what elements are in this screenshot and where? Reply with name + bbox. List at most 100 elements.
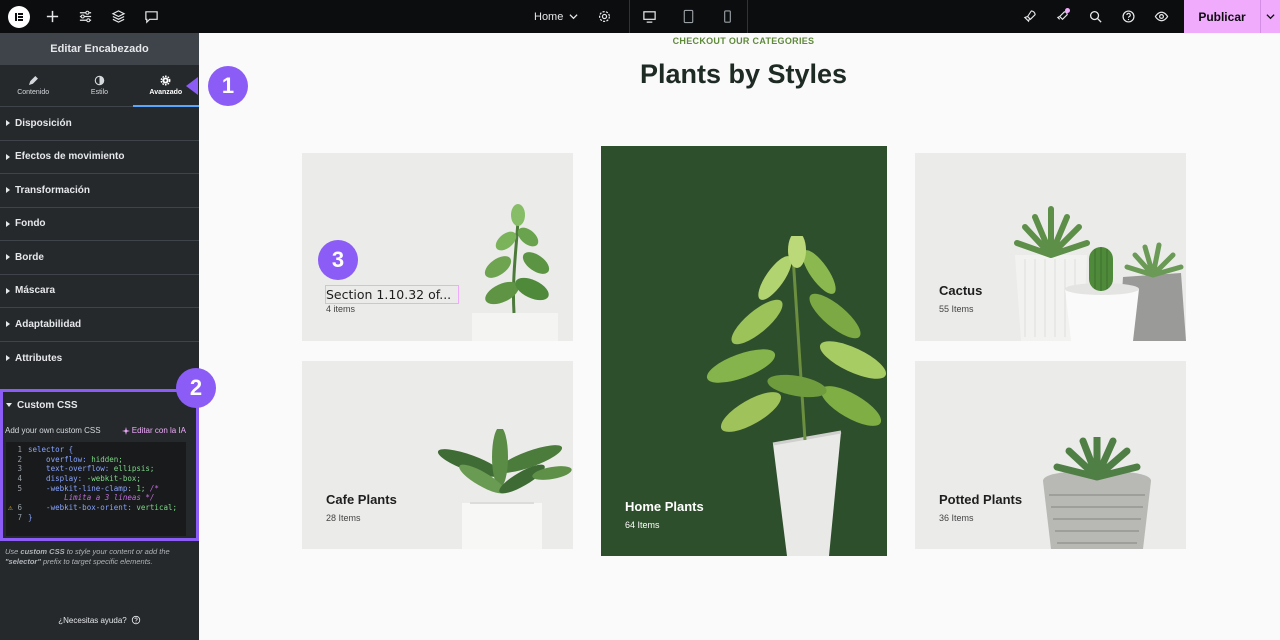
code-line: 3 text-overflow: ellipsis; xyxy=(6,464,186,474)
section-mascara[interactable]: Máscara xyxy=(0,275,199,308)
category-title: Potted Plants xyxy=(939,492,1023,507)
caret-right-icon xyxy=(6,321,10,328)
rocket-icon[interactable] xyxy=(1013,0,1046,33)
category-count: 36 Items xyxy=(939,513,974,523)
category-count: 4 items xyxy=(326,304,356,314)
section-adaptabilidad[interactable]: Adaptabilidad xyxy=(0,308,199,342)
code-line: Limita a 3 líneas */ xyxy=(6,493,186,503)
tab-label: Avanzado xyxy=(149,89,183,96)
warning-triangle-icon: ⚠ xyxy=(8,503,13,513)
help-text-bold-selector: "selector" xyxy=(5,557,41,566)
section-attributes[interactable]: Attributes xyxy=(0,342,199,376)
line-number xyxy=(6,493,28,503)
section-label: Disposición xyxy=(15,117,72,129)
custom-css-header[interactable]: Custom CSS xyxy=(3,392,196,418)
succulent-plant-image xyxy=(472,204,558,341)
category-card-cafe-plants[interactable]: Cafe Plants 28 Items xyxy=(302,361,573,549)
caret-right-icon xyxy=(6,220,10,227)
css-value: -webkit-box; xyxy=(86,474,141,484)
section-label: Fondo xyxy=(15,218,46,230)
category-count: 55 Items xyxy=(939,304,974,314)
top-bar-right: Publicar xyxy=(1013,0,1280,33)
code-line: ⚠ 6 -webkit-box-orient: vertical; xyxy=(6,503,186,513)
caret-down-icon xyxy=(6,403,12,407)
edit-with-ai-link[interactable]: Editar con la IA xyxy=(121,426,186,435)
preview-eye-icon[interactable] xyxy=(1145,0,1178,33)
help-text-prefix: Use xyxy=(5,547,21,556)
pencil-icon xyxy=(28,76,38,86)
css-comment: /* xyxy=(145,483,159,493)
code-text: selector { xyxy=(28,445,74,454)
tab-label: Estilo xyxy=(90,89,109,96)
help-question-icon[interactable] xyxy=(1112,0,1145,33)
css-comment: Limita a 3 líneas */ xyxy=(28,493,155,503)
category-title: Home Plants xyxy=(625,499,704,514)
gear-icon xyxy=(160,75,171,86)
code-line: 5 -webkit-line-clamp: 1; /* xyxy=(6,484,186,494)
section-transformacion[interactable]: Transformación xyxy=(0,174,199,208)
tab-contenido[interactable]: Contenido xyxy=(0,65,66,106)
line-number: 3 xyxy=(17,464,22,474)
tab-label: Contenido xyxy=(17,89,50,96)
section-efectos-movimiento[interactable]: Efectos de movimiento xyxy=(0,141,199,174)
notes-comment-icon[interactable] xyxy=(135,0,168,33)
line-number: 5 xyxy=(17,483,22,493)
css-property: display: xyxy=(28,474,87,484)
caret-right-icon xyxy=(6,187,10,194)
custom-css-subheader: Add your own custom CSS Editar con la IA xyxy=(3,426,196,435)
category-count: 28 Items xyxy=(326,513,361,523)
edit-with-ai-label: Editar con la IA xyxy=(131,426,186,435)
line-number: 4 xyxy=(17,474,22,484)
section-eyebrow: CHECKOUT OUR CATEGORIES xyxy=(672,36,815,46)
category-card-home-plants[interactable]: Home Plants 64 Items xyxy=(601,146,887,556)
publish-options-chevron-icon[interactable] xyxy=(1260,0,1280,33)
code-line: 2 overflow: hidden; xyxy=(6,455,186,465)
caret-right-icon xyxy=(6,120,10,127)
cactus-pots-image xyxy=(1014,206,1186,341)
category-title: Cafe Plants xyxy=(326,492,397,507)
category-title-selected[interactable]: Section 1.10.32 of... xyxy=(324,285,460,304)
css-code-editor[interactable]: 1 selector { 2 overflow: hidden; 3 text-o… xyxy=(6,442,186,536)
section-label: Attributes xyxy=(15,352,63,364)
site-settings-sliders-icon[interactable] xyxy=(69,0,102,33)
section-fondo[interactable]: Fondo xyxy=(0,208,199,241)
elementor-logo-icon[interactable] xyxy=(8,5,30,28)
section-borde[interactable]: Borde xyxy=(0,241,199,275)
caret-right-icon xyxy=(6,287,10,294)
snake-plant-image xyxy=(437,429,572,549)
code-text: } xyxy=(28,512,33,522)
category-card-cactus[interactable]: Cactus 55 Items xyxy=(915,153,1186,341)
search-icon[interactable] xyxy=(1079,0,1112,33)
structure-layers-icon[interactable] xyxy=(102,0,135,33)
tablet-view-icon[interactable] xyxy=(669,0,708,33)
help-circle-icon xyxy=(131,615,140,625)
line-number-gutter: ⚠ 6 xyxy=(6,503,28,513)
css-property: overflow: xyxy=(28,454,92,464)
page-selector[interactable]: Home xyxy=(522,0,588,33)
need-help-label: ¿Necesitas ayuda? xyxy=(58,615,127,625)
need-help-link[interactable]: ¿Necesitas ayuda? xyxy=(0,615,199,625)
add-element-icon[interactable] xyxy=(36,0,69,33)
line-number: 7 xyxy=(17,512,22,522)
page-canvas: CHECKOUT OUR CATEGORIES Plants by Styles… xyxy=(199,33,1280,640)
panel-title: Editar Encabezado xyxy=(0,33,199,65)
mobile-view-icon[interactable] xyxy=(708,0,747,33)
panel-tabs: Contenido Estilo Avanzado xyxy=(0,65,200,107)
notifications-rocket-icon[interactable] xyxy=(1046,0,1079,33)
custom-css-help-text: Use custom CSS to style your content or … xyxy=(5,547,193,567)
top-bar-left xyxy=(0,0,168,33)
category-card-potted-plants[interactable]: Potted Plants 36 Items xyxy=(915,361,1186,549)
desktop-view-icon[interactable] xyxy=(630,0,669,33)
custom-css-subtitle: Add your own custom CSS xyxy=(5,426,101,435)
tab-estilo[interactable]: Estilo xyxy=(66,65,132,106)
line-number: 1 xyxy=(17,445,22,454)
section-label: Borde xyxy=(15,251,44,263)
publish-button[interactable]: Publicar xyxy=(1184,0,1260,33)
section-disposicion[interactable]: Disposición xyxy=(0,107,199,141)
large-leafy-plant-image xyxy=(706,236,887,556)
page-settings-gear-icon[interactable] xyxy=(588,0,621,33)
responsive-mode-switcher xyxy=(629,0,749,33)
section-heading[interactable]: Plants by Styles xyxy=(199,59,1280,90)
caret-right-icon xyxy=(6,355,10,362)
step-badge-1: 1 xyxy=(208,66,248,106)
